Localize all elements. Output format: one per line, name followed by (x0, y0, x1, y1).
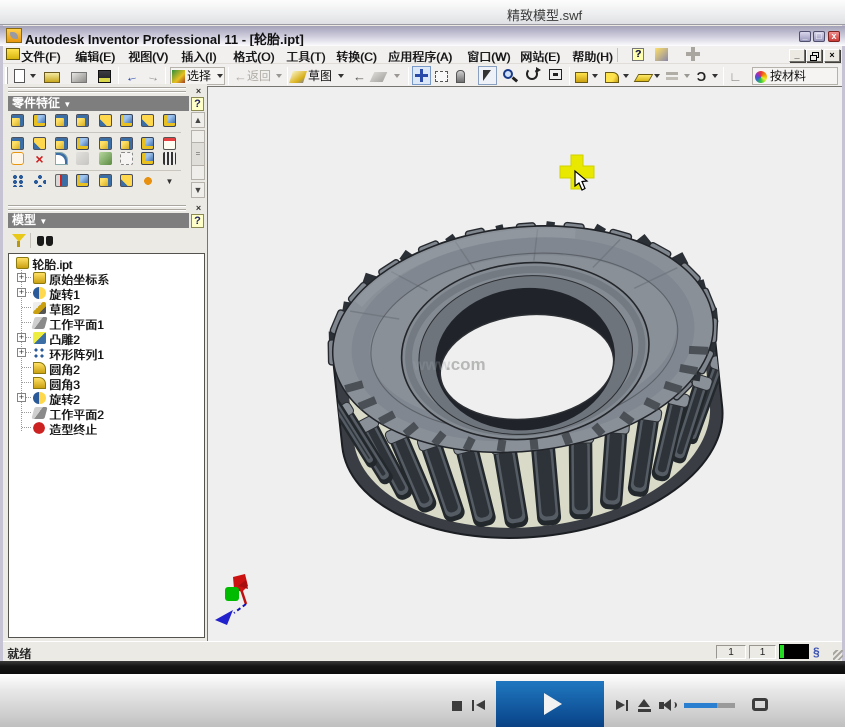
svg-text:.com: .com (446, 355, 486, 374)
svg-text:www: www (412, 357, 451, 374)
